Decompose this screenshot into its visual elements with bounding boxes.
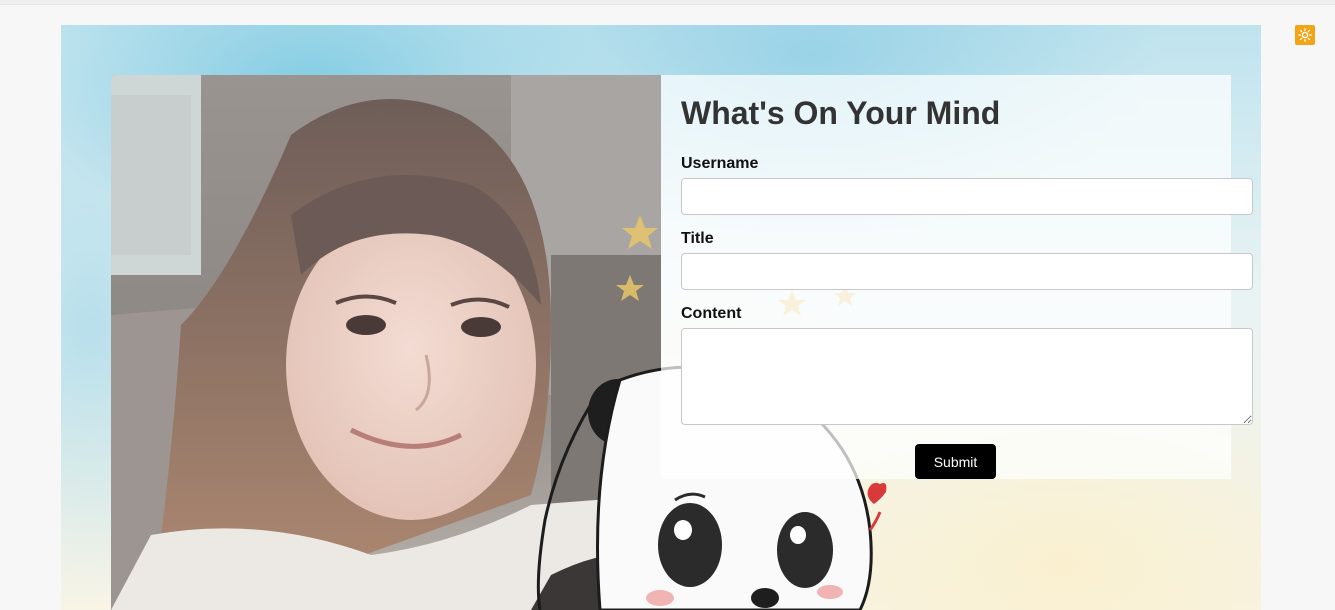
top-strip	[0, 0, 1335, 5]
title-input[interactable]	[681, 253, 1253, 290]
submit-button[interactable]: Submit	[915, 444, 996, 479]
title-label: Title	[681, 230, 714, 247]
content-textarea[interactable]	[681, 328, 1253, 425]
theme-toggle-button[interactable]	[1295, 25, 1315, 45]
profile-photo	[111, 75, 661, 610]
page-title: What's On Your Mind	[681, 95, 1001, 131]
sun-icon	[1298, 28, 1312, 42]
username-label: Username	[681, 155, 759, 172]
content-label: Content	[681, 305, 742, 322]
username-input[interactable]	[681, 178, 1253, 215]
